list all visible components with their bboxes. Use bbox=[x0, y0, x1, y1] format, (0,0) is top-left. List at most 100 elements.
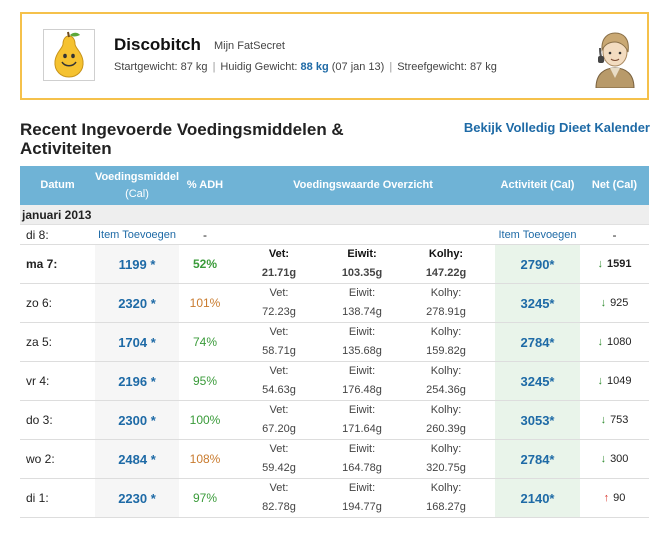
carbs-value: 320.75g bbox=[426, 462, 466, 474]
protein-label: Eiwit: bbox=[348, 365, 376, 377]
header-food: Voedingsmiddel (Cal) bbox=[95, 166, 179, 205]
pear-logo-icon[interactable] bbox=[43, 29, 95, 81]
carbs-label: Kolhy: bbox=[430, 326, 462, 338]
fat-value: 21.71g bbox=[261, 267, 297, 279]
arrow-up-icon: ↑ bbox=[603, 492, 610, 504]
fat-label: Vet: bbox=[268, 248, 290, 260]
row-date: zo 6: bbox=[26, 296, 53, 310]
fat-label: Vet: bbox=[269, 287, 289, 299]
protein-label: Eiwit: bbox=[348, 326, 376, 338]
activity-calories-link[interactable]: 2784* bbox=[495, 323, 580, 361]
add-food-link[interactable]: Item Toevoegen bbox=[95, 225, 179, 244]
table-row: di 1: 2230 * 97% Vet: 82.78g Eiwit: 194.77g Kol… bbox=[20, 479, 649, 518]
food-calories-link[interactable]: 2320 * bbox=[95, 284, 179, 322]
row-carbs: Kolhy: 159.82g bbox=[397, 323, 495, 361]
row-protein: Eiwit: 171.64g bbox=[327, 401, 397, 439]
header-adh: % ADH bbox=[186, 179, 224, 191]
protein-label: Eiwit: bbox=[348, 404, 376, 416]
table-row: vr 4: 2196 * 95% Vet: 54.63g Eiwit: 176.48g Kol… bbox=[20, 362, 649, 401]
row-net: ↓ 300 bbox=[580, 440, 649, 478]
fat-value: 58.71g bbox=[262, 345, 296, 357]
carbs-label: Kolhy: bbox=[430, 443, 462, 455]
row-adh: 52% bbox=[192, 257, 218, 271]
protein-value: 194.77g bbox=[342, 501, 382, 513]
food-calories-link[interactable]: 2230 * bbox=[95, 479, 179, 517]
row-carbs: Kolhy: 254.36g bbox=[397, 362, 495, 400]
food-calories-link[interactable]: 2484 * bbox=[95, 440, 179, 478]
row-date: vr 4: bbox=[26, 374, 50, 388]
header-overview: Voedingswaarde Overzicht bbox=[293, 179, 433, 191]
row-adh: 95% bbox=[192, 374, 218, 388]
row-adh: 101% bbox=[189, 296, 221, 310]
arrow-down-icon: ↓ bbox=[597, 258, 604, 270]
row-overview-empty bbox=[231, 225, 495, 244]
food-calories-link[interactable]: 2196 * bbox=[95, 362, 179, 400]
row-protein: Eiwit: 194.77g bbox=[327, 479, 397, 517]
protein-value: 164.78g bbox=[342, 462, 382, 474]
fat-label: Vet: bbox=[269, 443, 289, 455]
carbs-value: 147.22g bbox=[425, 267, 467, 279]
arrow-down-icon: ↓ bbox=[600, 297, 607, 309]
current-weight-value[interactable]: 88 kg bbox=[301, 61, 329, 73]
carbs-label: Kolhy: bbox=[428, 248, 464, 260]
row-fat: Vet: 21.71g bbox=[231, 245, 327, 283]
fat-label: Vet: bbox=[269, 326, 289, 338]
row-fat: Vet: 59.42g bbox=[231, 440, 327, 478]
net-value: 300 bbox=[610, 453, 629, 465]
net-value: 1049 bbox=[607, 375, 632, 387]
protein-label: Eiwit: bbox=[348, 287, 376, 299]
row-protein: Eiwit: 135.68g bbox=[327, 323, 397, 361]
fat-label: Vet: bbox=[269, 404, 289, 416]
row-adh: 97% bbox=[192, 491, 218, 505]
section-title: Recent Ingevoerde Voedingsmiddelen & Act… bbox=[20, 120, 344, 158]
row-net: ↓ 925 bbox=[580, 284, 649, 322]
activity-calories-link[interactable]: 3053* bbox=[495, 401, 580, 439]
protein-value: 103.35g bbox=[341, 267, 383, 279]
activity-calories-link[interactable]: 2790* bbox=[495, 245, 580, 283]
row-date: wo 2: bbox=[26, 452, 55, 466]
arrow-down-icon: ↓ bbox=[600, 414, 607, 426]
activity-calories-link[interactable]: 3245* bbox=[495, 362, 580, 400]
fat-value: 72.23g bbox=[262, 306, 296, 318]
profile-card: Discobitch Mijn FatSecret Startgewicht: … bbox=[20, 12, 649, 100]
fat-label: Vet: bbox=[269, 482, 289, 494]
protein-value: 176.48g bbox=[342, 384, 382, 396]
username[interactable]: Discobitch bbox=[114, 35, 201, 55]
header-date: Datum bbox=[40, 179, 75, 191]
activity-calories-link[interactable]: 2140* bbox=[495, 479, 580, 517]
activity-calories-link[interactable]: 2784* bbox=[495, 440, 580, 478]
fat-label: Vet: bbox=[269, 365, 289, 377]
row-fat: Vet: 58.71g bbox=[231, 323, 327, 361]
calendar-link[interactable]: Bekijk Volledig Dieet Kalender bbox=[464, 120, 650, 135]
carbs-value: 168.27g bbox=[426, 501, 466, 513]
row-fat: Vet: 72.23g bbox=[231, 284, 327, 322]
protein-label: Eiwit: bbox=[348, 443, 376, 455]
net-value: 90 bbox=[613, 492, 626, 504]
row-adh: 100% bbox=[189, 413, 221, 427]
header-food-unit: (Cal) bbox=[125, 187, 149, 200]
row-date: do 3: bbox=[26, 413, 53, 427]
activity-calories-link[interactable]: 3245* bbox=[495, 284, 580, 322]
row-date: di 1: bbox=[26, 491, 49, 505]
food-calories-link[interactable]: 1704 * bbox=[95, 323, 179, 361]
protein-label: Eiwit: bbox=[348, 482, 376, 494]
add-activity-link[interactable]: Item Toevoegen bbox=[495, 225, 580, 244]
profile-subtitle: Mijn FatSecret bbox=[214, 40, 285, 52]
protein-value: 135.68g bbox=[342, 345, 382, 357]
row-date: ma 7: bbox=[26, 257, 58, 271]
arrow-down-icon: ↓ bbox=[600, 453, 607, 465]
separator: | bbox=[389, 61, 393, 73]
food-calories-link[interactable]: 1199 * bbox=[95, 245, 179, 283]
row-fat: Vet: 67.20g bbox=[231, 401, 327, 439]
net-value: 1080 bbox=[607, 336, 632, 348]
user-avatar-icon[interactable] bbox=[588, 26, 642, 89]
row-fat: Vet: 54.63g bbox=[231, 362, 327, 400]
row-adh: 74% bbox=[192, 335, 218, 349]
food-calories-link[interactable]: 2300 * bbox=[95, 401, 179, 439]
fat-value: 59.42g bbox=[262, 462, 296, 474]
carbs-label: Kolhy: bbox=[430, 287, 462, 299]
carbs-value: 159.82g bbox=[426, 345, 466, 357]
carbs-value: 260.39g bbox=[426, 423, 466, 435]
current-weight-label: Huidig Gewicht: bbox=[220, 61, 298, 73]
row-net: ↓ 1080 bbox=[580, 323, 649, 361]
